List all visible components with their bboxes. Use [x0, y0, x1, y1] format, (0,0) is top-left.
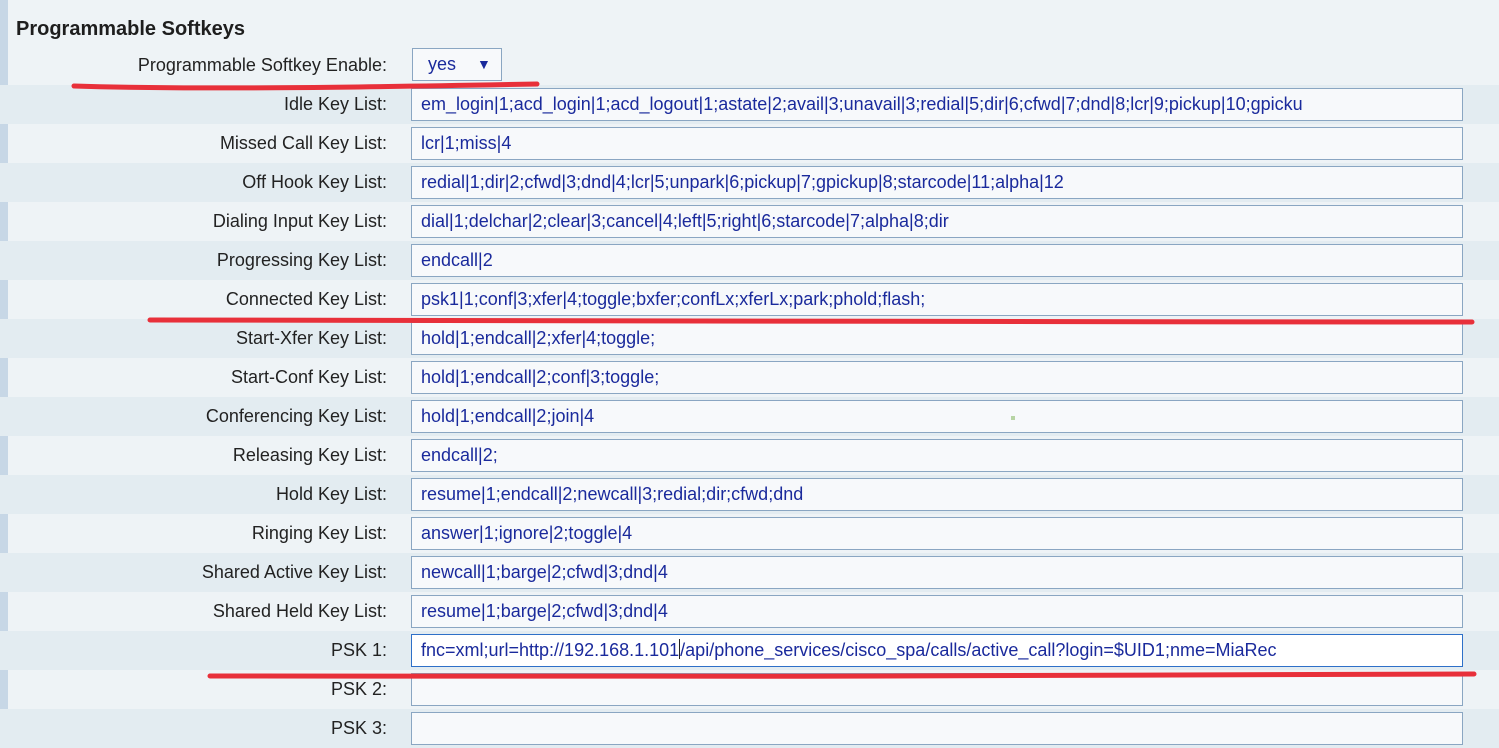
row-missed-call-key-list: Missed Call Key List: lcr|1;miss|4 [0, 124, 1499, 163]
hold-key-list-input[interactable]: resume|1;endcall|2;newcall|3;redial;dir;… [411, 478, 1463, 511]
missed-call-key-list-input[interactable]: lcr|1;miss|4 [411, 127, 1463, 160]
row-progressing-key-list: Progressing Key List: endcall|2 [0, 241, 1499, 280]
row-shared-held-key-list: Shared Held Key List: resume|1;barge|2;c… [0, 592, 1499, 631]
row-connected-key-list: Connected Key List: psk1|1;conf|3;xfer|4… [0, 280, 1499, 319]
releasing-key-list-input[interactable]: endcall|2; [411, 439, 1463, 472]
psk-1-input[interactable]: fnc=xml;url=http://192.168.1.101/api/pho… [411, 634, 1463, 667]
psk-2-input[interactable] [411, 673, 1463, 706]
row-start-conf-key-list: Start-Conf Key List: hold|1;endcall|2;co… [0, 358, 1499, 397]
softkeys-config-page: Programmable Softkeys Programmable Softk… [0, 0, 1499, 748]
field-label: Conferencing Key List: [205, 406, 387, 426]
field-label: Progressing Key List: [216, 250, 387, 270]
field-label: Start-Xfer Key List: [235, 328, 387, 348]
row-releasing-key-list: Releasing Key List: endcall|2; [0, 436, 1499, 475]
shared-active-key-list-input[interactable]: newcall|1;barge|2;cfwd|3;dnd|4 [411, 556, 1463, 589]
row-hold-key-list: Hold Key List: resume|1;endcall|2;newcal… [0, 475, 1499, 514]
field-label: Shared Active Key List: [201, 562, 387, 582]
programmable-softkey-enable-select[interactable]: yes ▼ [412, 48, 502, 81]
row-psk-1: PSK 1: fnc=xml;url=http://192.168.1.101/… [0, 631, 1499, 670]
row-start-xfer-key-list: Start-Xfer Key List: hold|1;endcall|2;xf… [0, 319, 1499, 358]
field-label: Start-Conf Key List: [230, 367, 387, 387]
psk-1-value-start: fnc=xml;url=http://192.168.1.101 [421, 640, 680, 660]
field-label: PSK 2: [330, 679, 387, 699]
row-conferencing-key-list: Conferencing Key List: hold|1;endcall|2;… [0, 397, 1499, 436]
field-label: Shared Held Key List: [212, 601, 387, 621]
dialing-input-key-list-input[interactable]: dial|1;delchar|2;clear|3;cancel|4;left|5… [411, 205, 1463, 238]
conferencing-key-list-input[interactable]: hold|1;endcall|2;join|4 [411, 400, 1463, 433]
off-hook-key-list-input[interactable]: redial|1;dir|2;cfwd|3;dnd|4;lcr|5;unpark… [411, 166, 1463, 199]
row-shared-active-key-list: Shared Active Key List: newcall|1;barge|… [0, 553, 1499, 592]
row-psk-3: PSK 3: [0, 709, 1499, 748]
progressing-key-list-input[interactable]: endcall|2 [411, 244, 1463, 277]
field-label: Ringing Key List: [251, 523, 387, 543]
row-psk-2: PSK 2: [0, 670, 1499, 709]
field-label: Missed Call Key List: [219, 133, 387, 153]
section-title: Programmable Softkeys [16, 18, 245, 40]
start-conf-key-list-input[interactable]: hold|1;endcall|2;conf|3;toggle; [411, 361, 1463, 394]
shared-held-key-list-input[interactable]: resume|1;barge|2;cfwd|3;dnd|4 [411, 595, 1463, 628]
select-value: yes [428, 54, 457, 74]
row-idle-key-list: Idle Key List: em_login|1;acd_login|1;ac… [0, 85, 1499, 124]
field-label: PSK 1: [330, 640, 387, 660]
row-programmable-softkey-enable: Programmable Softkey Enable: yes ▼ [0, 46, 1499, 85]
field-label: Off Hook Key List: [242, 172, 387, 192]
field-label: Idle Key List: [283, 94, 387, 114]
dropdown-arrow-icon: ▼ [477, 56, 491, 72]
field-label: Releasing Key List: [232, 445, 387, 465]
stray-pixel [1011, 416, 1015, 420]
field-label: Hold Key List: [275, 484, 387, 504]
row-dialing-input-key-list: Dialing Input Key List: dial|1;delchar|2… [0, 202, 1499, 241]
field-label: PSK 3: [330, 718, 387, 738]
idle-key-list-input[interactable]: em_login|1;acd_login|1;acd_logout|1;asta… [411, 88, 1463, 121]
psk-1-value-end: /api/phone_services/cisco_spa/calls/acti… [680, 640, 1277, 660]
softkey-settings-list: Programmable Softkey Enable: yes ▼ Idle … [0, 46, 1499, 748]
row-ringing-key-list: Ringing Key List: answer|1;ignore|2;togg… [0, 514, 1499, 553]
psk-3-input[interactable] [411, 712, 1463, 745]
start-xfer-key-list-input[interactable]: hold|1;endcall|2;xfer|4;toggle; [411, 322, 1463, 355]
field-label: Dialing Input Key List: [212, 211, 387, 231]
connected-key-list-input[interactable]: psk1|1;conf|3;xfer|4;toggle;bxfer;confLx… [411, 283, 1463, 316]
row-off-hook-key-list: Off Hook Key List: redial|1;dir|2;cfwd|3… [0, 163, 1499, 202]
field-label: Connected Key List: [225, 289, 387, 309]
ringing-key-list-input[interactable]: answer|1;ignore|2;toggle|4 [411, 517, 1463, 550]
field-label: Programmable Softkey Enable: [137, 55, 387, 75]
